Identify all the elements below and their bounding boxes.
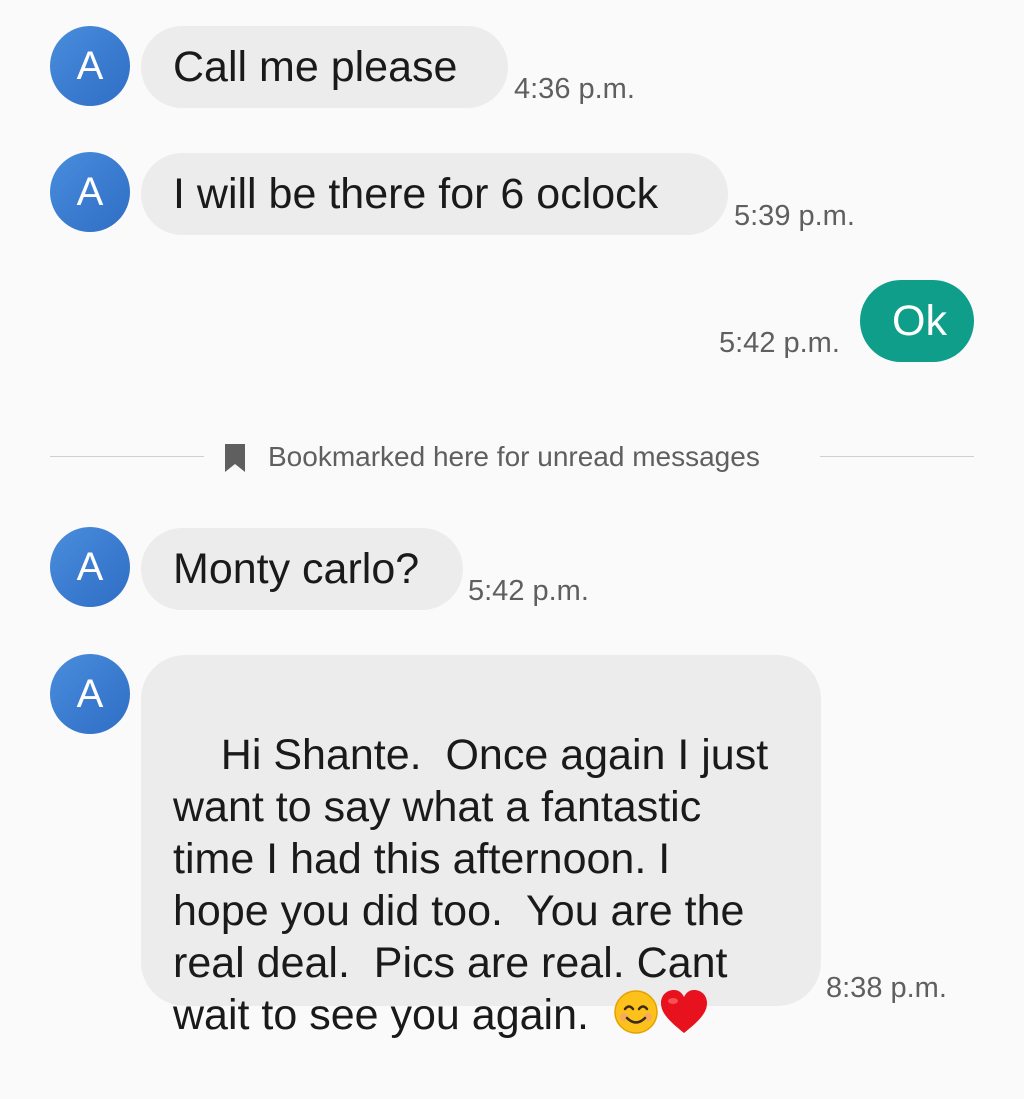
red-heart-icon xyxy=(659,989,709,1047)
avatar-letter: A xyxy=(76,43,104,88)
message-text: Monty carlo? xyxy=(173,545,420,593)
message-text: Ok xyxy=(892,297,947,345)
divider-label: Bookmarked here for unread messages xyxy=(268,441,760,472)
avatar-letter: A xyxy=(76,544,104,589)
contact-avatar[interactable]: A xyxy=(50,26,130,106)
message-text: Call me please xyxy=(173,43,458,91)
message-bubble-outgoing[interactable]: Ok xyxy=(860,280,974,362)
message-timestamp: 5:42 p.m. xyxy=(468,575,589,607)
message-text: I will be there for 6 oclock xyxy=(173,170,659,218)
divider-line-left xyxy=(50,456,204,457)
message-bubble[interactable]: Monty carlo? xyxy=(141,528,463,610)
message-bubble[interactable]: I will be there for 6 oclock xyxy=(141,153,728,235)
message-timestamp: 4:36 p.m. xyxy=(514,73,635,105)
bookmark-icon xyxy=(225,444,245,472)
contact-avatar[interactable]: A xyxy=(50,654,130,734)
contact-avatar[interactable]: A xyxy=(50,527,130,607)
avatar-letter: A xyxy=(76,671,104,716)
message-timestamp: 8:38 p.m. xyxy=(826,972,947,1004)
message-timestamp: 5:39 p.m. xyxy=(734,200,855,232)
message-bubble[interactable]: Hi Shante. Once again I just want to say… xyxy=(141,655,821,1039)
avatar-letter: A xyxy=(76,169,104,214)
divider-line-right xyxy=(820,456,974,457)
smiling-face-icon xyxy=(613,989,659,1047)
message-timestamp: 5:42 p.m. xyxy=(719,327,840,359)
message-bubble[interactable]: Call me please xyxy=(141,26,508,108)
contact-avatar[interactable]: A xyxy=(50,152,130,232)
